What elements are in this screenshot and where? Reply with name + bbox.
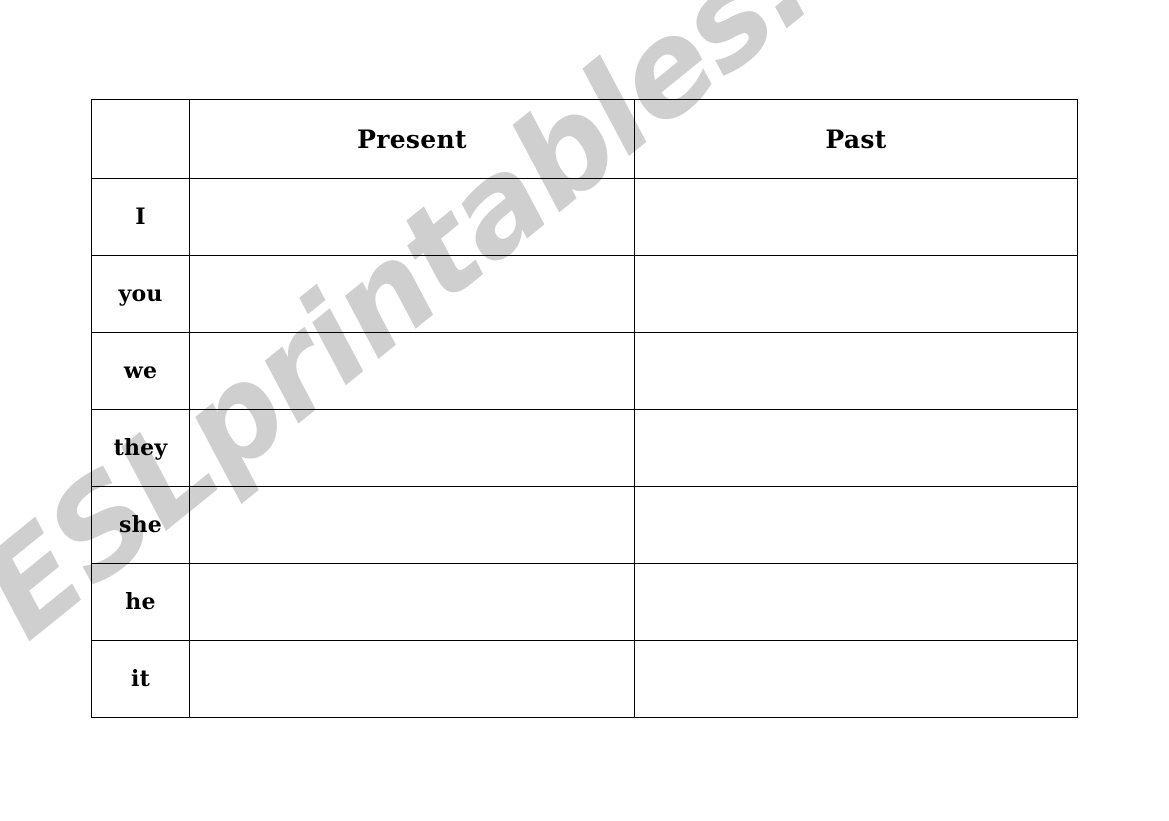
- table-row: he: [91, 563, 1078, 641]
- table-corner-header: [91, 99, 190, 179]
- pronoun-cell: she: [91, 486, 190, 564]
- table-row: you: [91, 255, 1078, 333]
- present-answer-cell[interactable]: [189, 178, 635, 256]
- past-answer-cell[interactable]: [634, 255, 1078, 333]
- past-answer-cell[interactable]: [634, 486, 1078, 564]
- present-answer-cell[interactable]: [189, 255, 635, 333]
- table-row: she: [91, 486, 1078, 564]
- present-answer-cell[interactable]: [189, 486, 635, 564]
- table-row: they: [91, 409, 1078, 487]
- pronoun-cell: he: [91, 563, 190, 641]
- past-answer-cell[interactable]: [634, 563, 1078, 641]
- past-answer-cell[interactable]: [634, 332, 1078, 410]
- column-header-present: Present: [189, 99, 635, 179]
- table-row: it: [91, 640, 1078, 718]
- past-answer-cell[interactable]: [634, 178, 1078, 256]
- present-answer-cell[interactable]: [189, 640, 635, 718]
- worksheet-page: ESLprintables.com Present Past I you we …: [0, 0, 1169, 821]
- pronoun-cell: they: [91, 409, 190, 487]
- column-header-past: Past: [634, 99, 1078, 179]
- table-header-row: Present Past: [91, 99, 1078, 179]
- pronoun-cell: it: [91, 640, 190, 718]
- past-answer-cell[interactable]: [634, 640, 1078, 718]
- past-answer-cell[interactable]: [634, 409, 1078, 487]
- present-answer-cell[interactable]: [189, 332, 635, 410]
- conjugation-table: Present Past I you we they she he it: [91, 99, 1078, 718]
- pronoun-cell: you: [91, 255, 190, 333]
- table-row: I: [91, 178, 1078, 256]
- pronoun-cell: I: [91, 178, 190, 256]
- pronoun-cell: we: [91, 332, 190, 410]
- present-answer-cell[interactable]: [189, 409, 635, 487]
- present-answer-cell[interactable]: [189, 563, 635, 641]
- table-row: we: [91, 332, 1078, 410]
